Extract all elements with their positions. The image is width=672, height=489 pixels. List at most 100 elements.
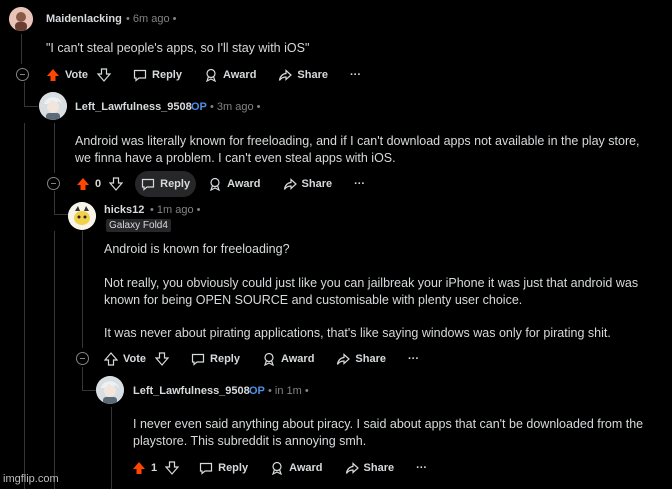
upvote-icon[interactable] (46, 68, 60, 82)
reply-label: Reply (218, 462, 249, 474)
comment-username[interactable]: Maidenlacking (46, 13, 122, 25)
collapse-thread-button[interactable] (76, 352, 89, 365)
avatar[interactable] (68, 202, 96, 230)
comment-body: I never even said anything about piracy.… (133, 416, 663, 450)
more-options-icon: ··· (354, 178, 366, 190)
award-label: Award (289, 462, 323, 474)
reply-button[interactable]: Reply (185, 346, 246, 372)
thread-line (111, 407, 112, 489)
award-label: Award (281, 353, 315, 365)
award-icon (210, 177, 221, 191)
comment-paragraph: Not really, you obviously could just lik… (104, 276, 639, 290)
upvote-icon[interactable] (104, 352, 118, 366)
award-button[interactable]: Award (264, 455, 328, 481)
avatar-icon (9, 7, 33, 31)
comment-body-line: I never even said anything about piracy.… (133, 417, 644, 431)
reply-label: Reply (160, 178, 191, 190)
more-options-icon: ··· (350, 69, 361, 81)
user-flair: Galaxy Fold4 (106, 219, 171, 232)
award-label: Award (223, 69, 257, 81)
share-button[interactable]: Share (339, 455, 401, 481)
more-options-button[interactable]: ··· (402, 346, 425, 372)
avatar-icon (39, 92, 67, 120)
comment-meta: OP • in 1m • (249, 385, 309, 397)
thread-line (82, 367, 83, 391)
comment-body-line: we finna have a problem. I can't even st… (75, 151, 396, 165)
share-label: Share (363, 462, 395, 474)
vote-count: 0 (95, 178, 102, 190)
share-label: Share (301, 178, 333, 190)
share-icon (337, 352, 351, 365)
upvote-group: Vote (98, 346, 171, 372)
comment-timestamp: • 6m ago • (126, 13, 177, 25)
share-label: Share (297, 69, 328, 81)
avatar-icon (96, 376, 124, 404)
share-button[interactable]: Share (330, 346, 392, 372)
comment-actions: 1 Reply Award Share ··· (126, 455, 433, 481)
comment-body-line: Android was literally known for freeload… (75, 134, 640, 148)
more-options-icon: ··· (408, 353, 419, 365)
share-icon (283, 177, 297, 190)
op-badge: OP (249, 385, 265, 397)
comment-timestamp: • 1m ago • (150, 204, 201, 216)
collapse-thread-button[interactable] (16, 68, 29, 81)
more-options-button[interactable]: ··· (344, 62, 367, 88)
avatar[interactable] (39, 92, 67, 120)
thread-line (82, 231, 83, 348)
downvote-icon[interactable] (155, 352, 170, 366)
upvote-group: Vote (40, 62, 113, 88)
downvote-icon[interactable] (109, 177, 124, 191)
reply-label: Reply (152, 69, 182, 81)
comment-timestamp: 3m ago (216, 101, 254, 113)
comment-body: "I can't steal people's apps, so I'll st… (46, 41, 310, 55)
comment-paragraph: It was never about pirating applications… (104, 326, 611, 340)
avatar[interactable] (96, 376, 124, 404)
award-button[interactable]: Award (198, 62, 262, 88)
share-label: Share (355, 353, 386, 365)
downvote-icon[interactable] (165, 461, 180, 475)
comment-username[interactable]: Left_Lawfulness_9508 (75, 101, 192, 113)
thread-connector (24, 106, 38, 107)
award-icon (206, 68, 216, 82)
reply-button[interactable]: Reply (135, 171, 197, 197)
comment-username[interactable]: hicks12 (104, 204, 144, 216)
downvote-icon[interactable] (97, 68, 112, 82)
more-options-button[interactable]: ··· (410, 455, 433, 481)
comment-actions: 0 Reply Award Share ··· (70, 171, 371, 197)
vote-label: Vote (123, 353, 147, 365)
comment-actions: Vote Reply Award Share ··· (40, 62, 367, 88)
share-button[interactable]: Share (272, 62, 334, 88)
thread-line (24, 123, 25, 489)
vote-label: Vote (65, 69, 89, 81)
reply-icon (142, 178, 155, 191)
upvote-icon[interactable] (76, 177, 90, 191)
avatar[interactable] (9, 7, 33, 31)
avatar-icon (68, 202, 96, 230)
share-icon (279, 68, 293, 81)
comment-actions: Vote Reply Award Share ··· (98, 346, 425, 372)
upvote-icon[interactable] (132, 461, 146, 475)
more-options-icon: ··· (416, 462, 428, 474)
award-button[interactable]: Award (202, 171, 266, 197)
thread-line (54, 191, 55, 215)
share-icon (345, 461, 359, 474)
reply-icon (200, 462, 213, 475)
vote-count: 1 (151, 462, 158, 474)
reply-button[interactable]: Reply (193, 455, 254, 481)
share-button[interactable]: Share (277, 171, 339, 197)
comment-body: Android is known for freeloading? Not re… (104, 241, 664, 342)
thread-connector (82, 390, 96, 391)
collapse-thread-button[interactable] (47, 177, 60, 190)
award-icon (272, 461, 283, 475)
comment-username[interactable]: Left_Lawfulness_9508 (133, 385, 250, 397)
thread-connector (54, 214, 68, 215)
reply-icon (191, 353, 205, 366)
comment-meta: OP • 3m ago • (191, 101, 261, 113)
watermark: imgflip.com (3, 473, 59, 485)
comment-timestamp: in 1m (274, 385, 302, 397)
award-button[interactable]: Award (256, 346, 320, 372)
upvote-group: 0 (70, 171, 125, 197)
reply-button[interactable]: Reply (127, 62, 188, 88)
more-options-button[interactable]: ··· (348, 171, 371, 197)
upvote-group: 1 (126, 455, 181, 481)
